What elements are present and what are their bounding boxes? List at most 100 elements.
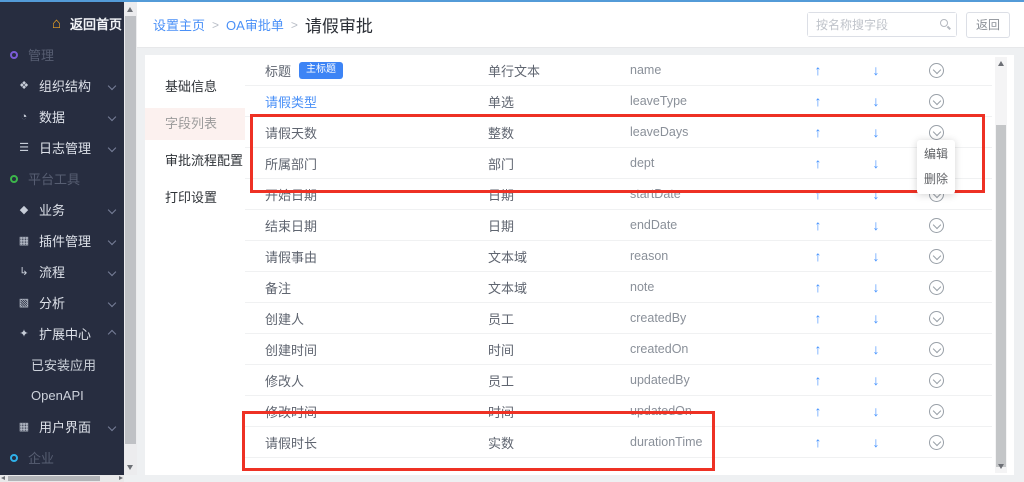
sidebar-item[interactable]: 企业 [0,442,124,473]
scroll-up-arrow-icon[interactable] [127,7,133,12]
sidebar-item[interactable]: ✦扩展中心 [0,318,124,349]
move-up-button[interactable]: ↑ [790,94,846,108]
subnav-item[interactable]: 审批流程配置 [145,145,245,177]
row-actions-button[interactable] [929,125,944,140]
move-up-button[interactable]: ↑ [790,435,846,449]
field-type: 单选 [488,92,630,111]
sidebar-item[interactable]: ↳流程 [0,256,124,287]
move-up-button[interactable]: ↑ [790,373,846,387]
row-actions-button[interactable] [929,342,944,357]
context-menu-edit[interactable]: 编辑 [917,142,955,167]
move-down-button[interactable]: ↓ [846,125,906,139]
row-actions-button[interactable] [929,249,944,264]
field-label-cell: 标题主标题 [265,61,488,80]
move-up-button[interactable]: ↑ [790,156,846,170]
scroll-down-arrow-icon[interactable] [127,465,133,470]
field-api-name: note [630,280,790,294]
chevron-down-icon [108,267,116,275]
sidebar-item-label: 分析 [39,293,65,312]
field-label-cell: 开始日期 [265,185,488,204]
field-type: 时间 [488,402,630,421]
field-type: 部门 [488,154,630,173]
move-up-button[interactable]: ↑ [790,342,846,356]
sidebar-item[interactable]: ◆业务 [0,194,124,225]
scroll-up-arrow-icon[interactable] [998,61,1004,66]
chevron-up-icon [108,329,116,337]
settings-subnav: 基础信息字段列表审批流程配置打印设置 [145,55,245,475]
move-down-button[interactable]: ↓ [846,218,906,232]
sidebar-item[interactable]: OpenAPI [0,380,124,411]
move-down-button[interactable]: ↓ [846,373,906,387]
scroll-left-arrow-icon[interactable] [1,476,5,480]
back-button[interactable]: 返回 [966,12,1010,38]
field-api-name: leaveDays [630,125,790,139]
move-down-button[interactable]: ↓ [846,404,906,418]
sidebar-item[interactable]: 平台工具 [0,163,124,194]
row-context-menu: 编辑删除 [917,140,955,194]
field-type: 单行文本 [488,61,630,80]
scroll-down-arrow-icon[interactable] [998,464,1004,469]
sidebar-item[interactable]: ▦用户界面 [0,411,124,442]
move-down-button[interactable]: ↓ [846,249,906,263]
row-actions-button[interactable] [929,435,944,450]
sidebar-item[interactable]: ☰日志管理 [0,132,124,163]
sidebar-vertical-scrollbar[interactable] [124,2,137,475]
move-up-button[interactable]: ↑ [790,187,846,201]
sidebar-item[interactable]: ◔数据 [0,101,124,132]
move-up-button[interactable]: ↑ [790,280,846,294]
move-up-button[interactable]: ↑ [790,125,846,139]
move-up-button[interactable]: ↑ [790,218,846,232]
move-up-button[interactable]: ↑ [790,63,846,77]
field-api-name: reason [630,249,790,263]
breadcrumb-oa-form[interactable]: OA审批单 [226,15,284,34]
row-actions-button[interactable] [929,311,944,326]
row-actions-button[interactable] [929,63,944,78]
subnav-item[interactable]: 打印设置 [145,182,245,214]
move-down-button[interactable]: ↓ [846,156,906,170]
table-scrollbar-thumb[interactable] [996,125,1006,467]
move-down-button[interactable]: ↓ [846,187,906,201]
sidebar-horizontal-scrollbar[interactable] [0,475,124,482]
field-type: 员工 [488,309,630,328]
move-down-button[interactable]: ↓ [846,63,906,77]
sidebar-item[interactable]: ❖组织结构 [0,70,124,101]
subnav-item[interactable]: 基础信息 [145,71,245,103]
field-label[interactable]: 请假类型 [265,92,317,111]
field-label: 标题 [265,61,291,80]
sidebar-hscrollbar-thumb[interactable] [8,476,100,481]
primary-title-badge: 主标题 [299,62,343,79]
move-up-button[interactable]: ↑ [790,404,846,418]
field-label-cell: 请假事由 [265,247,488,266]
field-type: 日期 [488,216,630,235]
scroll-right-arrow-icon[interactable] [119,476,123,480]
move-up-button[interactable]: ↑ [790,249,846,263]
move-down-button[interactable]: ↓ [846,311,906,325]
breadcrumb-settings-home[interactable]: 设置主页 [153,15,205,34]
table-vertical-scrollbar[interactable] [995,57,1007,473]
move-down-button[interactable]: ↓ [846,94,906,108]
sidebar-item-label: OpenAPI [31,388,84,403]
row-actions-button[interactable] [929,373,944,388]
ring-icon [10,51,18,59]
breadcrumb-separator: > [212,18,219,32]
field-label: 请假时长 [265,433,317,452]
subnav-item[interactable]: 字段列表 [145,108,245,140]
sidebar-item[interactable]: ▧分析 [0,287,124,318]
row-actions-button[interactable] [929,280,944,295]
sidebar-item[interactable]: 已安装应用 [0,349,124,380]
move-down-button[interactable]: ↓ [846,342,906,356]
move-down-button[interactable]: ↓ [846,280,906,294]
sidebar-item[interactable]: ▦插件管理 [0,225,124,256]
sidebar-item[interactable]: 管理 [0,39,124,70]
sidebar-scrollbar-thumb[interactable] [125,16,136,444]
sidebar-home-link[interactable]: ⌂ 返回首页 [0,8,124,39]
row-actions-button[interactable] [929,218,944,233]
move-down-button[interactable]: ↓ [846,435,906,449]
row-actions-button[interactable] [929,404,944,419]
move-up-button[interactable]: ↑ [790,311,846,325]
row-actions-cell [906,342,966,357]
field-search-input[interactable] [808,13,956,36]
header-actions: 返回 [807,12,1010,38]
row-actions-button[interactable] [929,94,944,109]
context-menu-delete[interactable]: 删除 [917,167,955,192]
